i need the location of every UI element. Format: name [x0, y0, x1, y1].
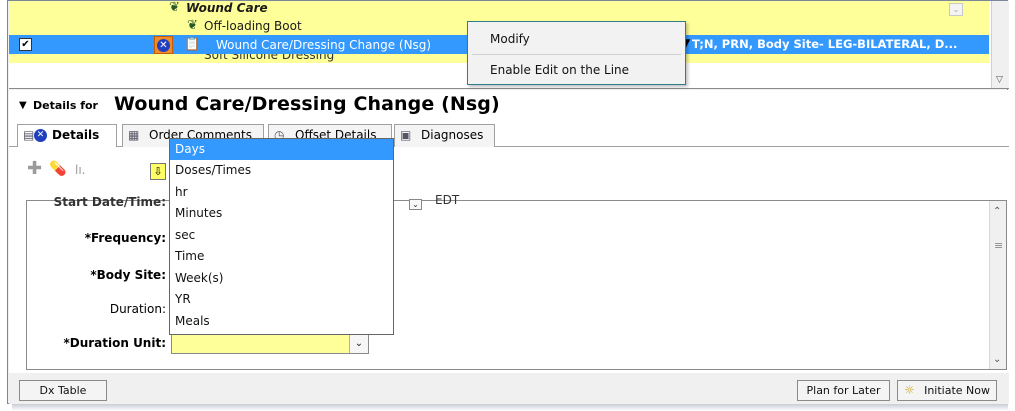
order-row-label: Wound Care/Dressing Change (Nsg): [216, 38, 432, 52]
sort-down-button[interactable]: ⇩: [150, 163, 166, 180]
option-minutes[interactable]: Minutes: [170, 203, 393, 224]
duration-unit-dropdown: Days Doses/Times hr Minutes sec Time Wee…: [169, 138, 394, 335]
initiate-now-button[interactable]: ☼ Initiate Now: [897, 380, 997, 401]
details-icon: ▤: [23, 128, 35, 142]
care-set-icon: ❦: [169, 1, 180, 15]
remove-order-button[interactable]: ✕: [154, 36, 173, 54]
diagnoses-icon: ▣: [400, 128, 412, 142]
details-panel: ✚ 💊 lı. ⇩ Start Date/Time: ⌄ EDT *Freque…: [9, 147, 1009, 373]
option-days[interactable]: Days: [170, 139, 393, 160]
option-doses-times[interactable]: Doses/Times: [170, 160, 393, 181]
body-site-label: *Body Site:: [90, 268, 166, 282]
frequency-label: *Frequency:: [84, 231, 166, 245]
lightbulb-icon: ☼: [904, 383, 915, 397]
tab-details[interactable]: ▤ ✕ Details: [17, 124, 117, 148]
option-meals[interactable]: Meals: [170, 311, 393, 332]
tab-label: Diagnoses: [421, 128, 484, 142]
medication-icon[interactable]: 💊: [49, 161, 66, 177]
dx-table-button[interactable]: Dx Table: [19, 380, 107, 401]
order-row-label: Off-loading Boot: [204, 19, 302, 33]
comments-icon: ▦: [128, 128, 140, 142]
chevron-up-icon[interactable]: ⌃: [993, 206, 1001, 217]
scroll-grip-icon[interactable]: ≡: [994, 239, 1003, 252]
chart-icon[interactable]: lı.: [75, 163, 85, 177]
option-sec[interactable]: sec: [170, 225, 393, 246]
menu-item-enable-edit[interactable]: Enable Edit on the Line: [468, 55, 685, 85]
tab-diagnoses[interactable]: ▣ Diagnoses: [394, 124, 495, 147]
timezone-label: EDT: [435, 193, 460, 207]
details-tabs: ▤ ✕ Details ▦ Order Comments ◷ Offset De…: [9, 120, 1009, 148]
footer-bar: Dx Table Plan for Later ☼ Initiate Now: [9, 373, 1009, 404]
chevron-down-icon[interactable]: ⌄: [993, 354, 1001, 365]
chevron-down-icon[interactable]: ⌄: [409, 199, 422, 210]
duration-label: Duration:: [109, 302, 166, 316]
duration-unit-label: *Duration Unit:: [63, 336, 166, 350]
details-title: Wound Care/Dressing Change (Nsg): [114, 93, 500, 115]
care-set-icon: ❦: [187, 18, 198, 33]
fields-scrollbar[interactable]: ⌃ ≡ ⌄: [989, 201, 1006, 369]
option-hr[interactable]: hr: [170, 182, 393, 203]
order-row-label: Soft Silicone Dressing: [204, 54, 335, 62]
start-date-label: Start Date/Time:: [53, 195, 166, 209]
incomplete-icon: ✕: [34, 129, 47, 142]
order-checkbox[interactable]: ✔: [19, 38, 32, 51]
menu-item-modify[interactable]: Modify: [468, 24, 685, 54]
collapse-icon[interactable]: ▼: [19, 100, 27, 111]
chevron-down-icon[interactable]: ▽: [996, 75, 1003, 85]
add-icon[interactable]: ✚: [27, 158, 42, 179]
order-row-wound-care[interactable]: ❦ Wound Care ⌄: [9, 1, 989, 18]
close-icon: ✕: [157, 39, 170, 52]
clipboard-icon: 📋: [184, 37, 201, 52]
order-list-scrollbar[interactable]: ▽: [991, 1, 1009, 88]
chevron-down-icon[interactable]: ⌄: [949, 3, 963, 16]
chevron-down-icon[interactable]: ⌄: [349, 335, 368, 353]
initiate-now-label: Initiate Now: [924, 384, 990, 397]
duration-unit-select[interactable]: ⌄: [171, 334, 369, 354]
details-prefix: Details for: [33, 99, 98, 112]
option-yr[interactable]: YR: [170, 289, 393, 310]
order-details-summary: T;N, PRN, Body Site- LEG-BILATERAL, D...: [692, 37, 958, 51]
context-menu: Modify Enable Edit on the Line: [467, 21, 686, 85]
option-time[interactable]: Time: [170, 246, 393, 267]
tab-label: Details: [52, 128, 100, 142]
option-weeks[interactable]: Week(s): [170, 268, 393, 289]
window-shadow: [12, 404, 1008, 411]
plan-for-later-button[interactable]: Plan for Later: [797, 380, 890, 401]
details-header: ▼ Details for Wound Care/Dressing Change…: [9, 90, 1009, 120]
orders-window: ❦ Wound Care ⌄ ❦ Off-loading Boot ✔ ✕ 📋 …: [7, 0, 1009, 404]
order-row-label: Wound Care: [186, 1, 268, 15]
